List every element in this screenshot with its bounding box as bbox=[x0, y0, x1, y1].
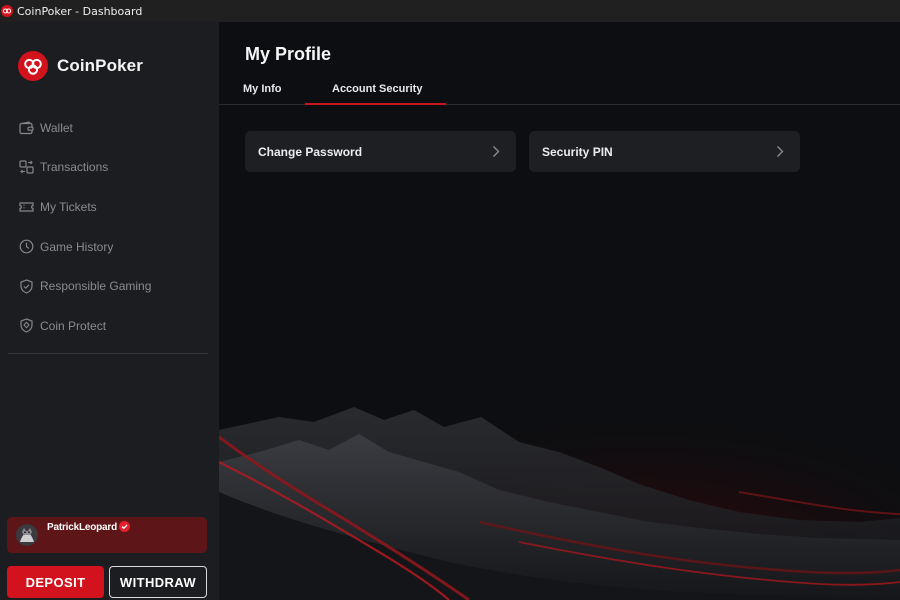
sidebar-item-transactions[interactable]: Transactions bbox=[0, 148, 219, 188]
sidebar: CoinPoker Wallet Transactions My Tickets… bbox=[0, 22, 219, 600]
brand[interactable]: CoinPoker bbox=[18, 51, 143, 81]
brand-name: CoinPoker bbox=[57, 56, 143, 75]
sidebar-item-label: Wallet bbox=[40, 120, 73, 135]
window-titlebar: CoinPoker - Dashboard bbox=[0, 0, 900, 22]
transactions-icon bbox=[18, 159, 34, 175]
deposit-button[interactable]: DEPOSIT bbox=[7, 566, 104, 598]
shield-coin-icon bbox=[18, 318, 34, 334]
sidebar-item-game-history[interactable]: Game History bbox=[0, 227, 219, 267]
chevron-right-icon bbox=[777, 146, 784, 157]
sidebar-item-label: Transactions bbox=[40, 160, 109, 175]
background-mountains-illustration bbox=[219, 322, 900, 600]
username: PatrickLeopard bbox=[47, 522, 118, 533]
card-label: Change Password bbox=[258, 144, 363, 159]
clock-icon bbox=[18, 239, 34, 255]
page-title: My Profile bbox=[245, 44, 332, 64]
coinpoker-logo-icon bbox=[18, 51, 48, 81]
user-profile-card[interactable]: PatrickLeopard bbox=[7, 517, 207, 553]
main-content: My Profile My Info Account Security Chan… bbox=[219, 22, 900, 600]
verified-badge-icon bbox=[119, 521, 130, 532]
tab-account-security[interactable]: Account Security bbox=[332, 83, 422, 95]
sidebar-divider bbox=[8, 353, 208, 354]
sidebar-item-coin-protect[interactable]: Coin Protect bbox=[0, 306, 219, 346]
wallet-icon bbox=[18, 120, 34, 136]
shield-check-icon bbox=[18, 278, 34, 294]
ticket-icon bbox=[18, 199, 34, 215]
sidebar-item-label: Coin Protect bbox=[40, 318, 107, 333]
chevron-right-icon bbox=[493, 146, 500, 157]
sidebar-item-label: Responsible Gaming bbox=[40, 279, 152, 294]
sidebar-item-responsible-gaming[interactable]: Responsible Gaming bbox=[0, 266, 219, 306]
sidebar-item-label: My Tickets bbox=[40, 199, 97, 214]
profile-tabs: My Info Account Security bbox=[219, 80, 900, 105]
sidebar-item-my-tickets[interactable]: My Tickets bbox=[0, 187, 219, 227]
card-label: Security PIN bbox=[542, 144, 613, 159]
avatar bbox=[16, 524, 38, 546]
sidebar-item-wallet[interactable]: Wallet bbox=[0, 108, 219, 148]
sidebar-item-label: Game History bbox=[40, 239, 114, 254]
sidebar-nav: Wallet Transactions My Tickets Game Hist… bbox=[0, 108, 219, 346]
active-tab-indicator bbox=[305, 103, 446, 105]
tab-my-info[interactable]: My Info bbox=[243, 83, 282, 95]
change-password-card[interactable]: Change Password bbox=[245, 131, 516, 172]
window-title: CoinPoker - Dashboard bbox=[17, 4, 143, 18]
security-pin-card[interactable]: Security PIN bbox=[529, 131, 800, 172]
withdraw-button[interactable]: WITHDRAW bbox=[109, 566, 207, 598]
coinpoker-app-icon bbox=[1, 5, 13, 17]
